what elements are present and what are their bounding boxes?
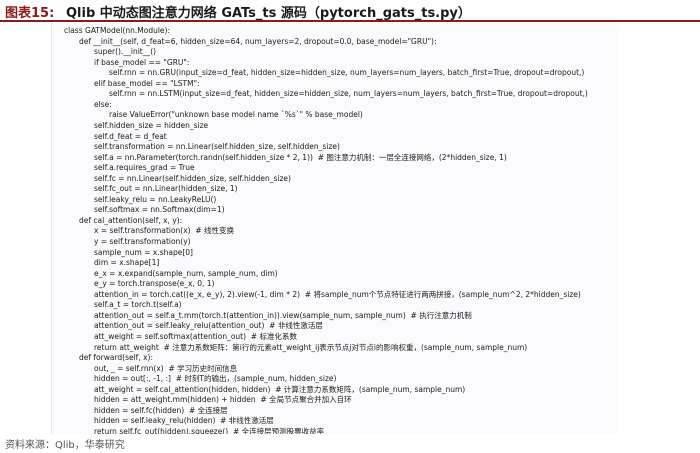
code-line: return att_weight # 注意力系数矩阵：第i行的元素att_we… xyxy=(94,342,528,352)
code-line: self.rnn = nn.LSTM(input_size=d_feat, hi… xyxy=(109,89,588,99)
figure-title: Qlib 中动态图注意力网络 GATs_ts 源码（pytorch_gats_t… xyxy=(66,6,471,21)
figure-header: 图表15: Qlib 中动态图注意力网络 GATs_ts 源码（pytorch_… xyxy=(0,0,700,22)
source-note: 资料来源：Qlib，华泰研究 xyxy=(5,440,125,451)
code-line: return self.fc_out(hidden).squeeze() # 全… xyxy=(94,426,325,434)
figure-label: 图表15: xyxy=(5,6,55,21)
code-block: class GATModel(nn.Module): def __init__(s… xyxy=(51,23,617,434)
